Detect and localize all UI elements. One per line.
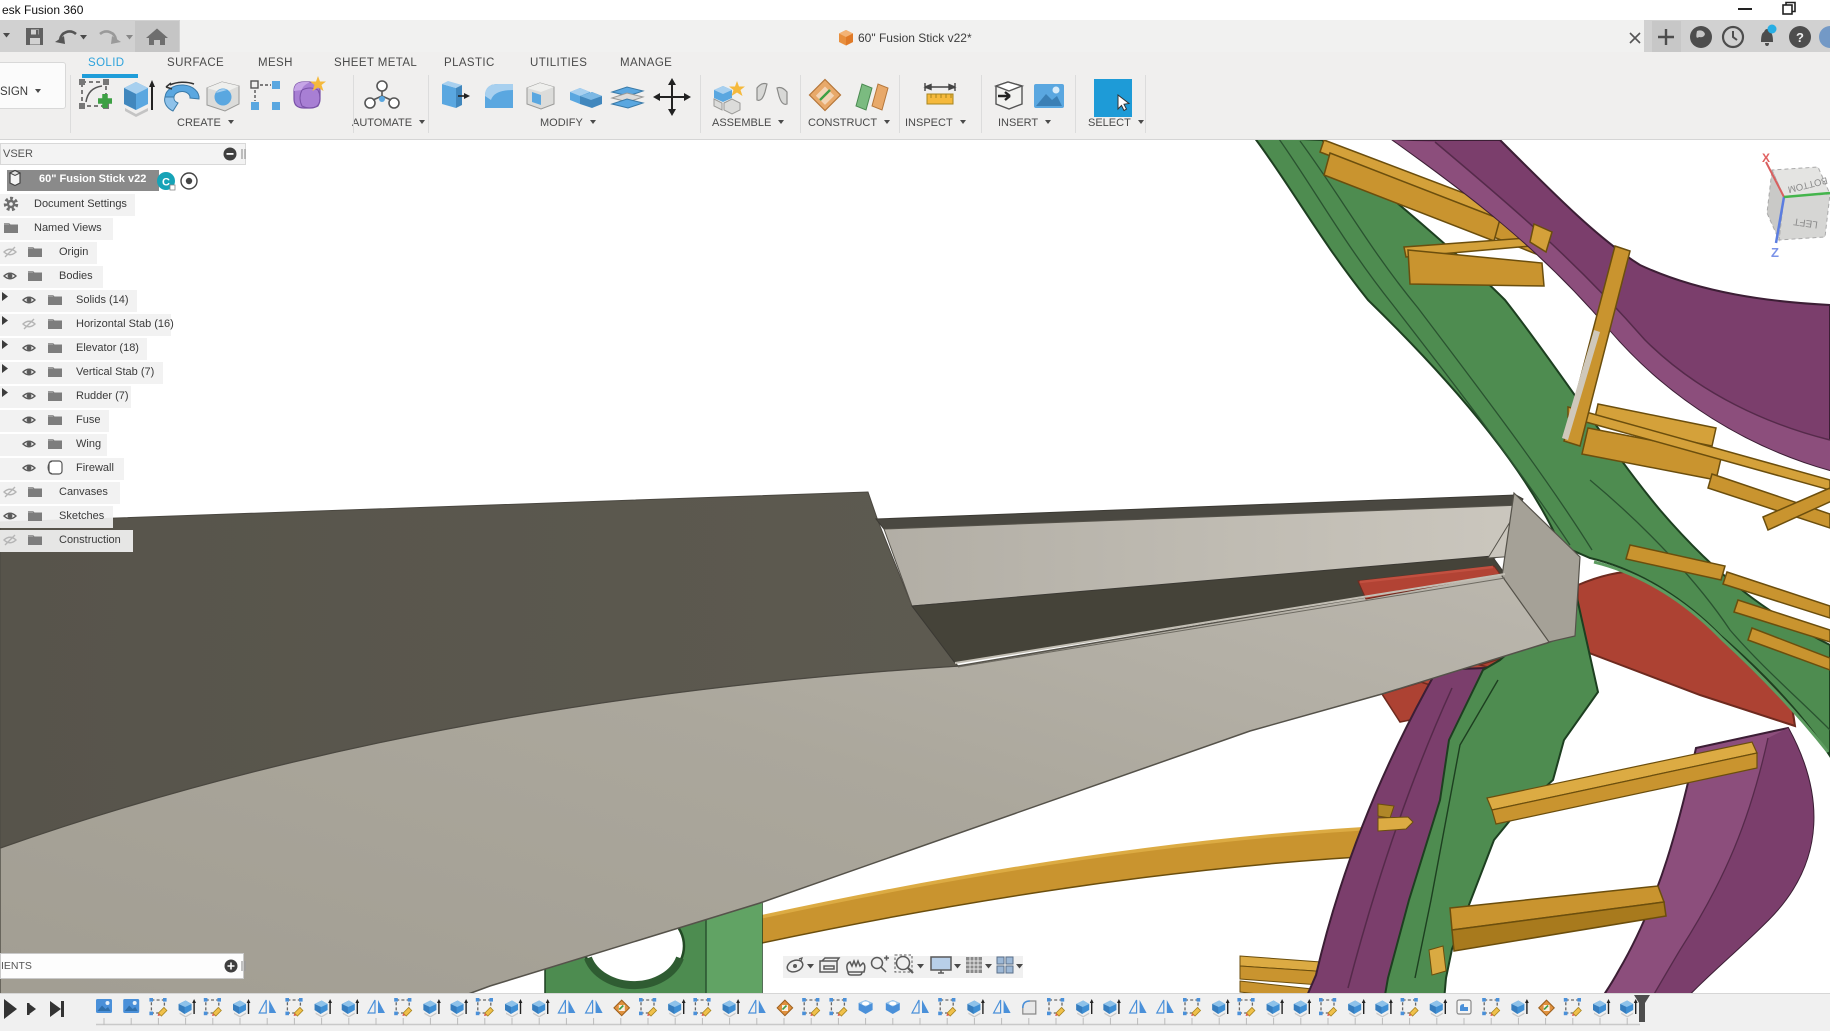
svg-text:C: C: [162, 177, 170, 189]
svg-text:?: ?: [1796, 30, 1804, 45]
